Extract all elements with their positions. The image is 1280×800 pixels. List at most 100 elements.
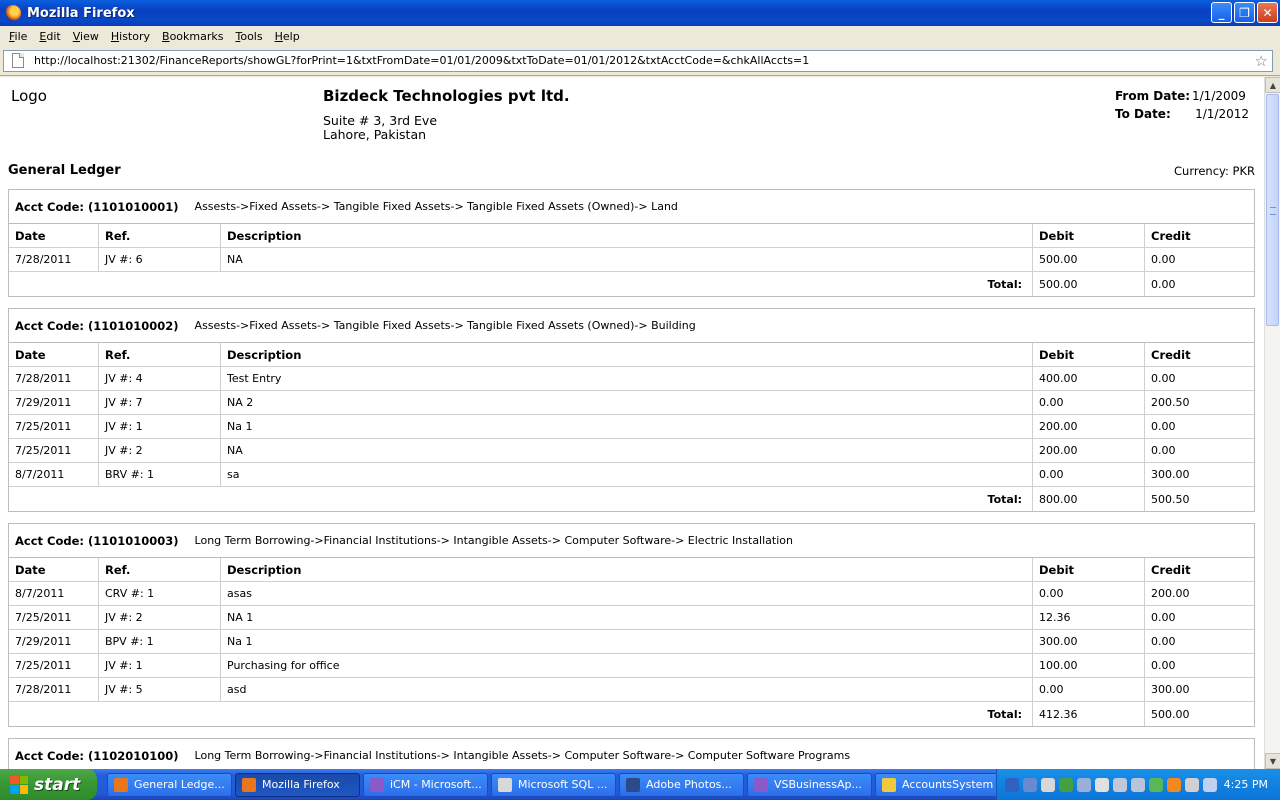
header-description: Description — [221, 224, 1033, 247]
table-row: 7/29/2011 JV #: 7 NA 2 0.00 200.50 — [9, 391, 1254, 415]
cell-ref: JV #: 5 — [99, 678, 221, 701]
tray-pen-icon[interactable] — [1203, 777, 1217, 792]
cell-ref: JV #: 4 — [99, 367, 221, 390]
taskbar-item[interactable]: AccountsSystem — [875, 772, 1000, 797]
tray-chat-icon[interactable] — [1113, 777, 1127, 792]
cell-date: 7/25/2011 — [9, 415, 99, 438]
menu-edit[interactable]: Edit — [33, 30, 66, 43]
menu-bar: File Edit View History Bookmarks Tools H… — [0, 26, 1280, 46]
table-header-row: Date Ref. Description Debit Credit — [9, 558, 1254, 582]
cell-description: asas — [221, 582, 1033, 605]
table-row: 7/28/2011 JV #: 4 Test Entry 400.00 0.00 — [9, 367, 1254, 391]
header-date: Date — [9, 343, 99, 366]
taskbar-item[interactable]: iCM - Microsoft... — [363, 772, 488, 797]
table-row: 7/25/2011 JV #: 2 NA 200.00 0.00 — [9, 439, 1254, 463]
header-credit: Credit — [1151, 228, 1191, 243]
tray-speaker-icon[interactable] — [1185, 777, 1199, 792]
taskbar-item[interactable]: Mozilla Firefox — [235, 772, 360, 797]
header-credit: Credit — [1151, 347, 1191, 362]
cell-date: 7/25/2011 — [9, 606, 99, 629]
menu-view[interactable]: View — [67, 30, 105, 43]
taskbar-item[interactable]: Adobe Photos... — [619, 772, 744, 797]
account-header: Acct Code: (1102010100) Long Term Borrowi… — [9, 739, 1254, 769]
minimize-button[interactable]: _ — [1211, 2, 1232, 23]
header-ref: Ref. — [99, 558, 221, 581]
cell-credit: 300.00 — [1151, 683, 1190, 696]
cell-debit: 100.00 — [1033, 654, 1145, 677]
close-button[interactable]: ✕ — [1257, 2, 1278, 23]
menu-help[interactable]: Help — [269, 30, 306, 43]
url-text[interactable]: http://localhost:21302/FinanceReports/sh… — [34, 54, 1255, 67]
start-button[interactable]: start — [0, 769, 97, 800]
taskbar-item-label: General Ledge... — [134, 778, 225, 791]
bookmark-star-icon[interactable]: ☆ — [1255, 52, 1268, 70]
menu-tools[interactable]: Tools — [229, 30, 268, 43]
cell-credit: 300.00 — [1151, 468, 1190, 481]
tray-sql-icon[interactable] — [1095, 777, 1109, 792]
tray-shield-icon[interactable] — [1149, 777, 1163, 792]
vertical-scrollbar[interactable]: ▲ ▼ — [1264, 77, 1280, 769]
system-tray: 4:25 PM — [996, 769, 1280, 800]
scroll-thumb[interactable] — [1266, 94, 1279, 326]
cell-ref: JV #: 1 — [99, 415, 221, 438]
header-date: Date — [9, 224, 99, 247]
account-path: Assests->Fixed Assets-> Tangible Fixed A… — [194, 319, 696, 332]
photoshop-icon — [626, 777, 640, 792]
task-list: General Ledge... Mozilla Firefox iCM - Mic… — [107, 772, 1000, 797]
cell-description: asd — [221, 678, 1033, 701]
account-header: Acct Code: (1101010003) Long Term Borrowi… — [9, 524, 1254, 558]
cell-description: NA — [221, 439, 1033, 462]
tray-app-icon[interactable] — [1059, 777, 1073, 792]
taskbar-item[interactable]: General Ledge... — [107, 772, 232, 797]
start-label: start — [34, 774, 81, 795]
cell-debit: 200.00 — [1033, 415, 1145, 438]
tray-network-icon[interactable] — [1023, 777, 1037, 792]
cell-debit: 200.00 — [1033, 439, 1145, 462]
scroll-down-icon[interactable]: ▼ — [1265, 753, 1280, 769]
clock: 4:25 PM — [1223, 778, 1268, 791]
table-header-row: Date Ref. Description Debit Credit — [9, 343, 1254, 367]
tray-update-icon[interactable] — [1167, 777, 1181, 792]
account-code: Acct Code: (1101010003) — [15, 533, 179, 548]
from-date-label: From Date: — [1115, 89, 1191, 103]
cell-ref: JV #: 6 — [99, 248, 221, 271]
cell-debit: 0.00 — [1033, 678, 1145, 701]
taskbar-item-label: Microsoft SQL ... — [518, 778, 608, 791]
to-date-label: To Date: — [1115, 107, 1171, 121]
maximize-button[interactable]: ❐ — [1234, 2, 1255, 23]
tray-display-icon[interactable] — [1077, 777, 1091, 792]
table-header-row: Date Ref. Description Debit Credit — [9, 224, 1254, 248]
header-description: Description — [221, 343, 1033, 366]
total-label: Total: — [9, 487, 1033, 511]
header-credit: Credit — [1151, 562, 1191, 577]
cell-ref: JV #: 2 — [99, 439, 221, 462]
tray-monitor-icon[interactable] — [1131, 777, 1145, 792]
cell-description: sa — [221, 463, 1033, 486]
taskbar-item[interactable]: Microsoft SQL ... — [491, 772, 616, 797]
scroll-up-icon[interactable]: ▲ — [1265, 77, 1280, 93]
account-section: Acct Code: (1101010002) Assests->Fixed As… — [8, 308, 1255, 512]
tray-search-icon[interactable] — [1041, 777, 1055, 792]
taskbar-item[interactable]: VSBusinessAp... — [747, 772, 872, 797]
cell-date: 8/7/2011 — [9, 463, 99, 486]
url-field[interactable]: http://localhost:21302/FinanceReports/sh… — [3, 49, 1273, 72]
menu-history[interactable]: History — [105, 30, 156, 43]
cell-description: Purchasing for office — [221, 654, 1033, 677]
account-path: Long Term Borrowing->Financial Instituti… — [194, 534, 793, 547]
tray-arrow-icon[interactable] — [1005, 777, 1019, 792]
visual-studio-icon — [754, 777, 768, 792]
menu-bookmarks[interactable]: Bookmarks — [156, 30, 229, 43]
table-row: 8/7/2011 CRV #: 1 asas 0.00 200.00 — [9, 582, 1254, 606]
page-icon — [12, 53, 24, 68]
windows-flag-icon — [10, 775, 28, 794]
cell-date: 7/25/2011 — [9, 439, 99, 462]
table-row: 7/25/2011 JV #: 2 NA 1 12.36 0.00 — [9, 606, 1254, 630]
menu-file[interactable]: File — [3, 30, 33, 43]
taskbar-item-label: iCM - Microsoft... — [390, 778, 482, 791]
cell-description: Na 1 — [221, 415, 1033, 438]
title-bar: Mozilla Firefox _ ❐ ✕ — [0, 0, 1280, 26]
cell-date: 7/28/2011 — [9, 367, 99, 390]
cell-ref: JV #: 2 — [99, 606, 221, 629]
header-ref: Ref. — [99, 224, 221, 247]
table-row: 7/29/2011 BPV #: 1 Na 1 300.00 0.00 — [9, 630, 1254, 654]
